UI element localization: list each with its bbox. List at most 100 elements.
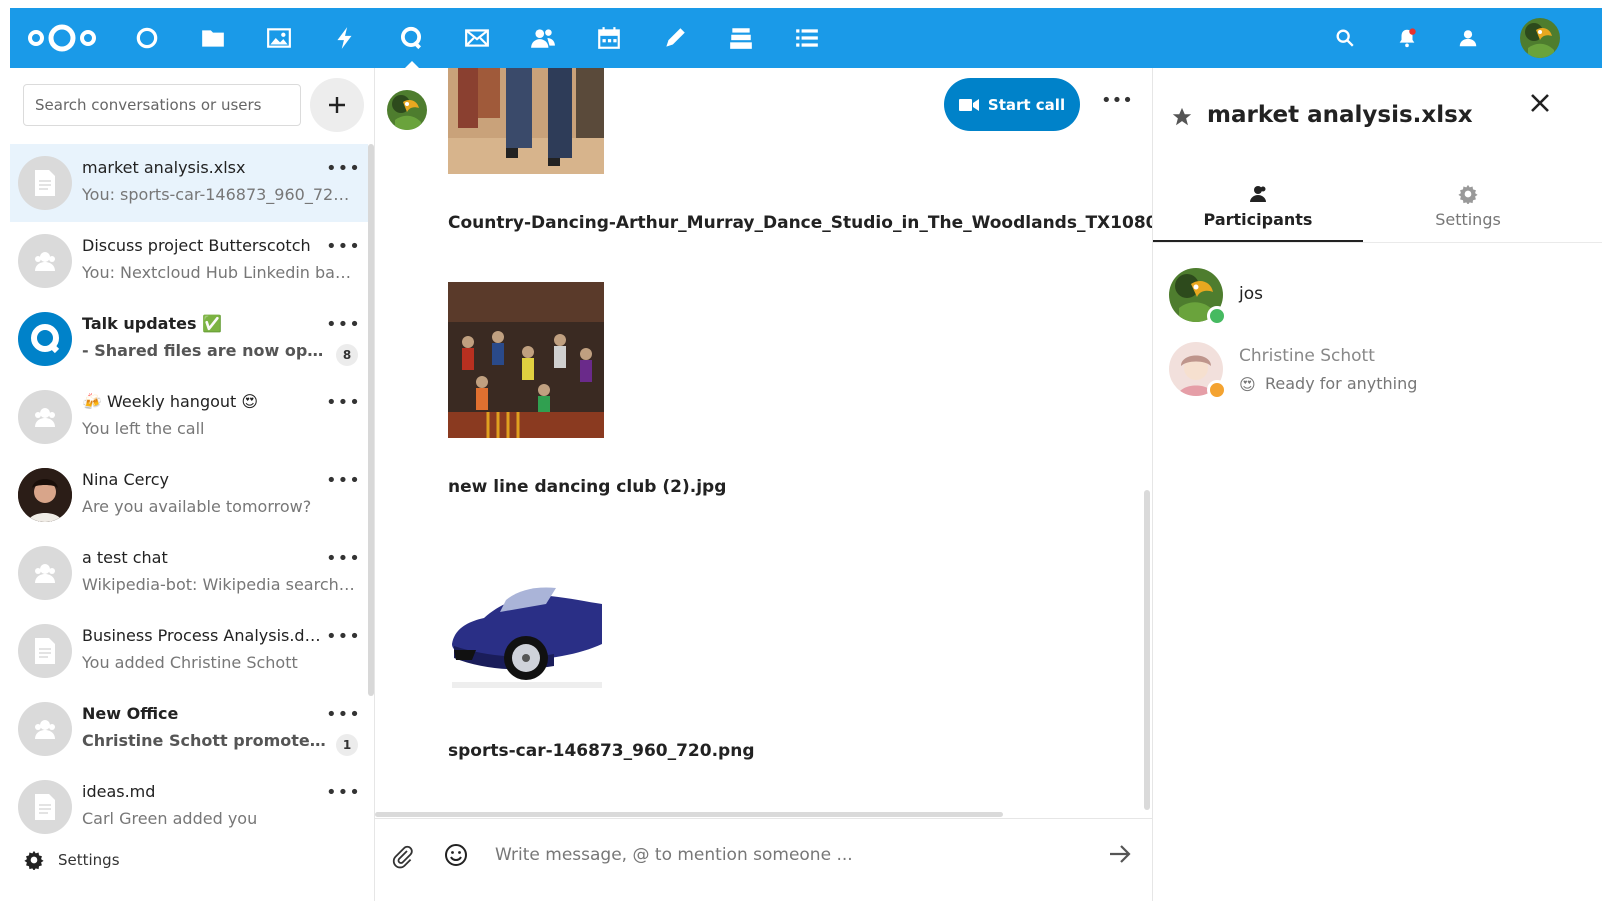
conversation-item[interactable]: Nina Cercy Are you available tomorrow? •…: [10, 456, 368, 534]
online-status-indicator: [1207, 306, 1227, 326]
deck-icon[interactable]: [724, 22, 758, 54]
search-conversations-input[interactable]: [23, 84, 301, 126]
conversation-last-message: Carl Green added you: [82, 809, 258, 828]
tab-participants[interactable]: Participants: [1153, 184, 1363, 242]
group-icon: [18, 390, 72, 444]
image-preview-sports-car[interactable]: [448, 546, 604, 702]
notifications-icon[interactable]: [1390, 22, 1424, 54]
conversation-name: 🍻 Weekly hangout 😍: [82, 392, 258, 411]
notes-icon[interactable]: [658, 22, 692, 54]
more-options-icon[interactable]: •••: [326, 160, 360, 178]
unread-badge: 1: [336, 734, 358, 756]
participant-item[interactable]: Christine Schott 😍 Ready for anything: [1169, 342, 1589, 402]
video-camera-icon: [958, 98, 979, 111]
conversation-item[interactable]: Talk updates ✅ - Shared files are now op…: [10, 300, 368, 378]
photos-icon[interactable]: [262, 22, 296, 54]
conversation-name: market analysis.xlsx: [82, 158, 246, 177]
more-options-icon[interactable]: •••: [326, 394, 360, 412]
more-options-icon[interactable]: •••: [326, 550, 360, 568]
heart-eyes-emoji: 😍: [1239, 374, 1256, 394]
tab-label: Settings: [1435, 210, 1501, 229]
new-conversation-button[interactable]: [310, 78, 364, 132]
user-avatar[interactable]: [1520, 18, 1560, 58]
top-header: [10, 8, 1602, 68]
more-options-icon[interactable]: •••: [326, 706, 360, 724]
search-icon[interactable]: [1328, 22, 1362, 54]
star-icon[interactable]: [1171, 106, 1193, 128]
conversation-last-message: Are you available tomorrow?: [82, 497, 312, 516]
conversation-last-message: Wikipedia-bot: Wikipedia search re...: [82, 575, 357, 594]
conversation-name: New Office: [82, 704, 179, 723]
conversation-last-message: - Shared files are now opene...: [82, 341, 327, 360]
tab-settings[interactable]: Settings: [1363, 184, 1573, 242]
settings-button[interactable]: Settings: [24, 848, 120, 872]
more-options-icon[interactable]: •••: [326, 784, 360, 802]
conversation-name: ideas.md: [82, 782, 156, 801]
conversation-last-message: You left the call: [82, 419, 205, 438]
calendar-icon[interactable]: [592, 22, 626, 54]
send-arrow-icon[interactable]: [1107, 841, 1133, 867]
conversation-name: Discuss project Butterscotch: [82, 236, 311, 255]
participant-name: jos: [1239, 284, 1263, 304]
image-preview-line-dancing[interactable]: [448, 282, 604, 438]
conversation-sidebar: market analysis.xlsx You: sports-car-146…: [10, 68, 375, 901]
plus-icon: [329, 97, 345, 113]
gear-icon: [1458, 184, 1478, 204]
nextcloud-logo[interactable]: [24, 22, 100, 54]
participant-status-text: Ready for anything: [1265, 374, 1418, 393]
conversation-name: a test chat: [82, 548, 168, 567]
group-icon: [18, 234, 72, 288]
more-options-icon[interactable]: •••: [326, 316, 360, 334]
conversation-item[interactable]: 🍻 Weekly hangout 😍 You left the call •••: [10, 378, 368, 456]
emoji-icon[interactable]: [444, 843, 468, 867]
contacts-menu-icon[interactable]: [1451, 22, 1485, 54]
conversation-list-scrollbar[interactable]: [368, 144, 374, 696]
file-icon: [18, 780, 72, 834]
participant-name: Christine Schott: [1239, 346, 1375, 366]
participant-status: 😍 Ready for anything: [1239, 374, 1418, 394]
close-icon[interactable]: [1529, 92, 1551, 114]
participants-icon: [1250, 186, 1266, 202]
conversation-item[interactable]: ideas.md Carl Green added you •••: [10, 768, 368, 846]
tasks-icon[interactable]: [790, 22, 824, 54]
conversation-item[interactable]: a test chat Wikipedia-bot: Wikipedia sea…: [10, 534, 368, 612]
more-options-icon[interactable]: •••: [1101, 92, 1133, 110]
mail-icon[interactable]: [460, 22, 494, 54]
beer-emoji: 🍻: [82, 392, 102, 411]
settings-label: Settings: [58, 851, 120, 869]
conversation-last-message: You: Nextcloud Hub Linkedin back...: [82, 263, 357, 282]
conversation-last-message: You: sports-car-146873_960_720.p...: [82, 185, 357, 204]
conversation-title: market analysis.xlsx: [1207, 102, 1473, 128]
tab-label: Participants: [1203, 210, 1313, 229]
group-icon: [18, 546, 72, 600]
chat-vertical-scrollbar[interactable]: [1144, 490, 1150, 810]
conversation-item[interactable]: Discuss project Butterscotch You: Nextcl…: [10, 222, 368, 300]
chat-horizontal-scrollbar[interactable]: [375, 812, 1003, 817]
start-call-button[interactable]: Start call: [944, 78, 1080, 131]
file-name[interactable]: sports-car-146873_960_720.png: [448, 741, 754, 761]
conversation-name: Business Process Analysis.do...: [82, 626, 322, 645]
file-icon: [18, 624, 72, 678]
participant-item[interactable]: jos: [1169, 268, 1589, 328]
conversation-item[interactable]: Business Process Analysis.do... You adde…: [10, 612, 368, 690]
image-preview-dancing[interactable]: [448, 68, 604, 174]
conversation-item[interactable]: market analysis.xlsx You: sports-car-146…: [10, 144, 368, 222]
conversation-last-message: Christine Schott promoted ...: [82, 731, 327, 750]
talk-icon[interactable]: [394, 22, 428, 68]
paperclip-icon[interactable]: [391, 845, 415, 869]
away-status-indicator: [1207, 380, 1227, 400]
more-options-icon[interactable]: •••: [326, 628, 360, 646]
file-name[interactable]: Country-Dancing-Arthur_Murray_Dance_Stud…: [448, 213, 1204, 233]
start-call-label: Start call: [987, 95, 1066, 114]
more-options-icon[interactable]: •••: [326, 238, 360, 256]
conversation-item[interactable]: New Office Christine Schott promoted ...…: [10, 690, 368, 768]
files-icon[interactable]: [196, 22, 230, 54]
file-name[interactable]: new line dancing club (2).jpg: [448, 477, 726, 497]
file-icon: [18, 156, 72, 210]
message-input[interactable]: [485, 831, 1085, 879]
more-options-icon[interactable]: •••: [326, 472, 360, 490]
gear-icon: [24, 850, 44, 870]
activity-icon[interactable]: [328, 22, 362, 54]
contacts-icon[interactable]: [526, 22, 560, 54]
dashboard-icon[interactable]: [130, 22, 164, 54]
